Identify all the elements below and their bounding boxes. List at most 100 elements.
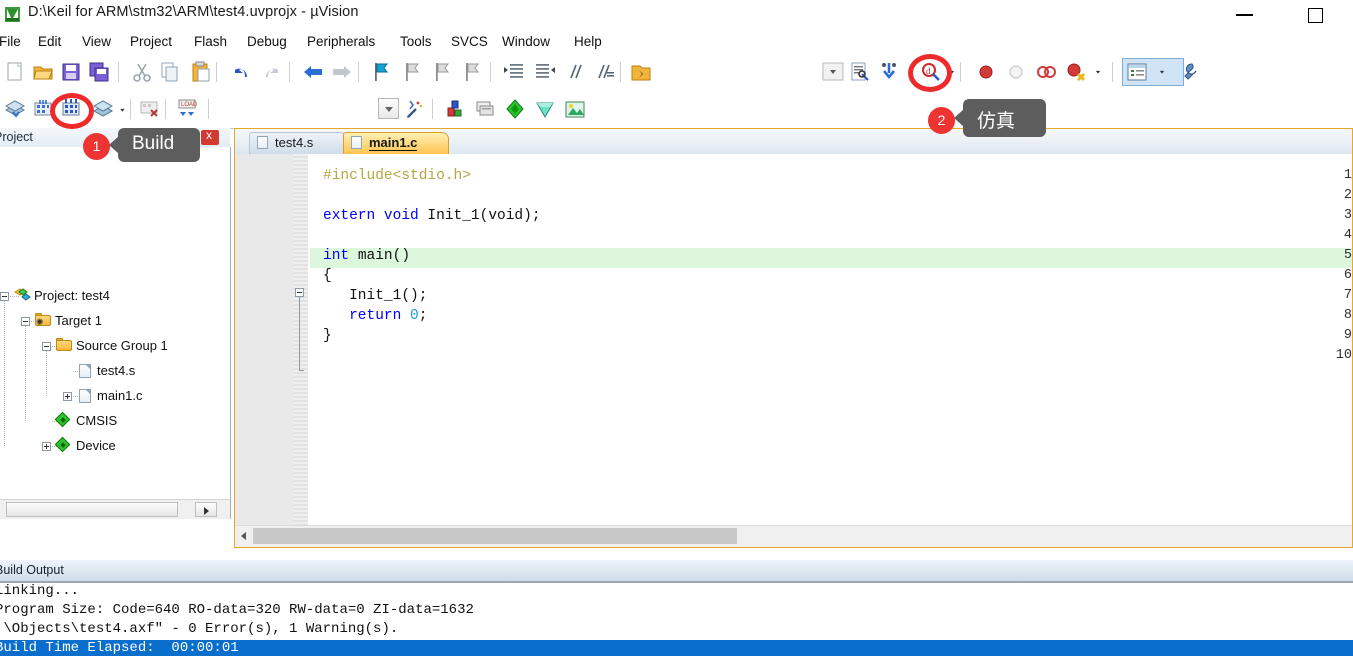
editor-horizontal-scrollbar[interactable] xyxy=(235,525,1352,547)
menu-svcs[interactable]: SVCS xyxy=(447,32,492,51)
tree-expander-4[interactable] xyxy=(63,392,72,401)
build-output-line[interactable]: linking... xyxy=(0,583,79,599)
tree-expander-1[interactable] xyxy=(21,317,30,326)
insert-breakpoint-icon[interactable] xyxy=(975,61,997,83)
save-all-icon[interactable] xyxy=(88,61,110,83)
scrollbar-thumb[interactable] xyxy=(6,502,178,517)
indent-left-icon[interactable] xyxy=(534,61,556,83)
menu-view[interactable]: View xyxy=(78,32,115,51)
download-icon[interactable] xyxy=(878,61,900,83)
kill-bp-dropdown-arrow[interactable] xyxy=(1092,66,1104,78)
build-output-line[interactable]: .\Objects\test4.axf" - 0 Error(s), 1 War… xyxy=(0,621,398,637)
minimize-button[interactable] xyxy=(1222,0,1268,30)
build-output-header: Build Output xyxy=(0,560,1353,583)
green-diamond-icon xyxy=(54,411,71,428)
editor-tab-0[interactable]: test4.s xyxy=(249,132,347,154)
scroll-right-arrow-icon[interactable] xyxy=(195,502,217,517)
menu-flash[interactable]: Flash xyxy=(190,32,231,51)
comment-icon[interactable] xyxy=(565,61,587,83)
annotation-badge-2: 2 xyxy=(928,107,955,134)
build-output-body[interactable]: linking... Program Size: Code=640 RO-data… xyxy=(0,583,1353,672)
menu-peripherals[interactable]: Peripherals xyxy=(303,32,379,51)
tree-expander-2[interactable] xyxy=(42,342,51,351)
window-layout-icon[interactable] xyxy=(1126,61,1148,83)
toolbar-separator xyxy=(432,99,433,119)
redo-icon[interactable] xyxy=(260,61,282,83)
code-view[interactable]: 1 #include<stdio.h> 2 3 extern void Init_1(v… xyxy=(235,154,1352,525)
menu-help[interactable]: Help xyxy=(570,32,606,51)
annotation-label: 仿真 xyxy=(977,111,1016,132)
line-number: 10 xyxy=(1335,348,1352,363)
tree-item[interactable]: Device xyxy=(76,438,116,453)
select-software-packs-icon[interactable] xyxy=(534,98,556,120)
menu-file[interactable]: File xyxy=(0,32,25,51)
folder-icon xyxy=(56,338,72,351)
batch-build-icon[interactable] xyxy=(92,98,114,120)
target-dropdown-arrow[interactable] xyxy=(378,98,399,119)
editor-area: test4.s main1.c 1 #include<stdio.h> 2 3 exter… xyxy=(234,128,1353,548)
batch-build-dropdown-arrow[interactable] xyxy=(117,104,129,116)
bookmark-prev-icon[interactable] xyxy=(401,61,423,83)
scroll-left-arrow-icon[interactable] xyxy=(237,529,251,544)
menu-edit[interactable]: Edit xyxy=(34,32,65,51)
navigate-back-icon[interactable] xyxy=(302,61,324,83)
menu-window[interactable]: Window xyxy=(498,32,554,51)
editor-tab-label: main1.c xyxy=(369,135,418,151)
toolbar-separator xyxy=(216,62,217,82)
tree-item[interactable]: main1.c xyxy=(97,388,143,403)
build-output-panel: Build Output linking... Program Size: Cod… xyxy=(0,560,1353,672)
cut-icon[interactable] xyxy=(131,61,153,83)
translate-icon[interactable] xyxy=(4,98,26,120)
save-icon[interactable] xyxy=(60,61,82,83)
menu-debug[interactable]: Debug xyxy=(243,32,291,51)
pack-installer-icon[interactable] xyxy=(504,98,526,120)
tree-item[interactable]: Target 1 xyxy=(55,313,102,328)
maximize-button[interactable] xyxy=(1292,0,1338,30)
stop-build-icon[interactable] xyxy=(138,98,160,120)
target-combobox[interactable] xyxy=(215,98,390,120)
manage-packs-icon[interactable] xyxy=(564,98,586,120)
scrollbar-thumb[interactable] xyxy=(253,528,737,544)
project-horizontal-scrollbar[interactable] xyxy=(0,499,231,519)
tree-expander-6[interactable] xyxy=(42,442,51,451)
indent-right-icon[interactable] xyxy=(503,61,525,83)
tree-expander-0[interactable] xyxy=(0,292,9,301)
close-icon[interactable] xyxy=(201,128,219,145)
tree-item[interactable]: Source Group 1 xyxy=(76,338,168,353)
code-line: return 0; xyxy=(323,308,427,324)
navigate-forward-icon[interactable] xyxy=(331,61,353,83)
options-for-target-icon[interactable] xyxy=(404,98,426,120)
copy-icon[interactable] xyxy=(159,61,181,83)
fold-toggle-icon[interactable] xyxy=(295,288,304,297)
download-to-flash-icon[interactable]: LOAD xyxy=(176,98,198,120)
open-file-icon[interactable] xyxy=(32,61,54,83)
configure-target-icon[interactable] xyxy=(849,61,871,83)
disable-breakpoint-icon[interactable] xyxy=(1005,61,1027,83)
layout-dropdown-arrow[interactable] xyxy=(1156,66,1168,78)
tree-item[interactable]: CMSIS xyxy=(76,413,117,428)
manage-runtime-env-icon[interactable] xyxy=(444,98,466,120)
title-bar: D:\Keil for ARM\stm32\ARM\test4.uvprojx … xyxy=(0,0,1353,31)
editor-tab-1[interactable]: main1.c xyxy=(343,132,449,154)
bookmark-next-icon[interactable] xyxy=(431,61,453,83)
callout-tail xyxy=(954,109,964,127)
menu-tools[interactable]: Tools xyxy=(396,32,436,51)
menu-project[interactable]: Project xyxy=(126,32,176,51)
disable-all-breakpoints-icon[interactable] xyxy=(1035,61,1057,83)
file-icon xyxy=(79,389,91,403)
find-in-files-icon[interactable] xyxy=(630,61,652,83)
build-output-line[interactable]: Program Size: Code=640 RO-data=320 RW-da… xyxy=(0,602,474,618)
kill-all-breakpoints-icon[interactable] xyxy=(1065,61,1087,83)
uncomment-icon[interactable] xyxy=(594,61,616,83)
new-file-icon[interactable] xyxy=(4,61,26,83)
manage-project-items-icon[interactable] xyxy=(474,98,496,120)
paste-icon[interactable] xyxy=(190,61,212,83)
bookmark-toggle-icon[interactable] xyxy=(370,61,392,83)
dropdown-arrow-box[interactable] xyxy=(822,61,844,83)
undo-icon[interactable] xyxy=(231,61,253,83)
tree-item[interactable]: Project: test4 xyxy=(34,288,110,303)
build-output-line[interactable]: Build Time Elapsed: 00:00:01 xyxy=(0,640,1353,656)
toolbar-separator xyxy=(165,99,166,119)
tree-item[interactable]: test4.s xyxy=(97,363,135,378)
bookmark-clear-icon[interactable] xyxy=(461,61,483,83)
